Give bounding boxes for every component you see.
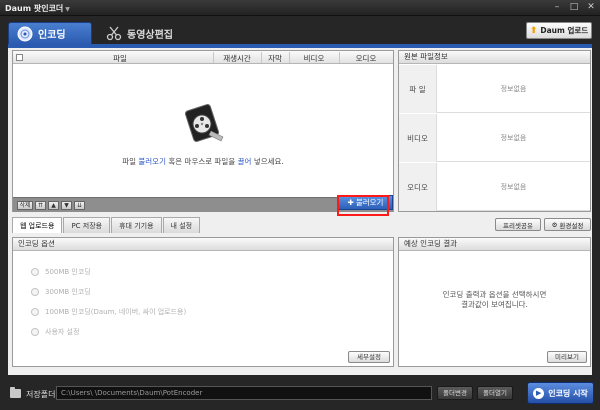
hint-prefix: 파일: [122, 157, 139, 166]
preset-share-button[interactable]: 프리셋공유: [495, 218, 541, 231]
file-list-panel[interactable]: 파일 재생시간 자막 비디오 오디오 파일 불러오기 혹은 마우스로 파일을 끌…: [12, 50, 394, 212]
empty-list-hint: 파일 불러오기 혹은 마우스로 파일을 끌어 넣으세요.: [13, 156, 393, 167]
result-message: 인코딩 출력과 옵션을 선택하시면 결과값이 보여집니다.: [399, 290, 590, 310]
option-300mb[interactable]: 300MB 인코딩: [31, 287, 91, 297]
file-list-header: 파일 재생시간 자막 비디오 오디오: [13, 51, 393, 64]
radio-icon: [31, 328, 39, 336]
tab-video-edit[interactable]: 동영상편집: [98, 22, 208, 44]
tab-mobile-device[interactable]: 휴대 기기용: [111, 217, 162, 233]
open-folder-button[interactable]: 폴더열기: [477, 386, 513, 400]
option-300mb-label: 300MB 인코딩: [45, 288, 91, 296]
save-folder-label: 저장폴더: [26, 390, 56, 399]
maximize-button[interactable]: □: [569, 2, 579, 13]
tab-encoding-label: 인코딩: [38, 30, 66, 41]
move-top-button[interactable]: ⇈: [35, 201, 46, 210]
scissors-icon: [106, 26, 122, 41]
encoding-result-panel: 예상 인코딩 결과 인코딩 출력과 옵션을 선택하시면 결과값이 보여집니다. …: [398, 237, 591, 367]
main-tabs: 인코딩 동영상편집 ⬆ Daum 업로드: [8, 20, 592, 44]
start-encoding-label: 인코딩 시작: [548, 388, 588, 398]
info-label-audio: 오디오: [399, 163, 437, 211]
settings-button[interactable]: ⚙ 환경설정: [544, 218, 591, 231]
content-area: 파일 재생시간 자막 비디오 오디오 파일 불러오기 혹은 마우스로 파일을 끌…: [8, 48, 592, 375]
title-dropdown-icon[interactable]: ▼: [65, 6, 70, 13]
source-info-panel: 원본 파일정보 파 일 정보없음 비디오 정보없음 오디오 정보없음: [398, 50, 591, 212]
play-icon: ▶: [533, 387, 545, 399]
encoding-options-title: 인코딩 옵션: [13, 238, 393, 251]
column-audio[interactable]: 오디오: [339, 53, 393, 64]
tab-encoding[interactable]: 인코딩: [8, 22, 92, 44]
radio-icon: [31, 308, 39, 316]
gear-icon: ⚙: [551, 220, 558, 229]
option-custom-label: 사용자 설정: [45, 328, 80, 336]
move-up-button[interactable]: ▲: [48, 201, 59, 210]
minimize-button[interactable]: –: [552, 2, 562, 13]
window-controls: – □ ✕: [552, 2, 596, 13]
daum-upload-button[interactable]: ⬆ Daum 업로드: [526, 22, 592, 39]
title-bar[interactable]: Daum 팟인코더 ▼ – □ ✕: [0, 0, 600, 16]
hint-drag-text: 끌어: [237, 157, 252, 166]
hint-import-link[interactable]: 불러오기: [138, 157, 166, 166]
change-folder-button[interactable]: 폴더변경: [437, 386, 473, 400]
info-label-file: 파 일: [399, 65, 437, 113]
result-message-line2: 결과값이 보여집니다.: [461, 300, 528, 309]
bottom-bar: 저장폴더 C:\Users\ \Documents\Daum\PotEncode…: [0, 379, 600, 410]
info-value-file: 정보없음: [500, 85, 527, 93]
option-custom[interactable]: 사용자 설정: [31, 327, 79, 337]
preview-button[interactable]: 미리보기: [547, 351, 587, 363]
select-all-checkbox[interactable]: [16, 54, 23, 61]
info-value-audio: 정보없음: [500, 183, 527, 191]
result-message-line1: 인코딩 출력과 옵션을 선택하시면: [442, 290, 547, 299]
move-down-button[interactable]: ▼: [61, 201, 72, 210]
option-100mb[interactable]: 100MB 인코딩(Daum, 네이버, 싸이 업로드용): [31, 307, 186, 317]
column-file[interactable]: 파일: [27, 53, 213, 64]
folder-icon: [10, 387, 21, 398]
detail-settings-button[interactable]: 세부설정: [348, 351, 390, 363]
tab-web-upload[interactable]: 웹 업로드용: [12, 217, 63, 233]
settings-label: 환경설정: [559, 221, 584, 230]
file-list-toolbar: 삭제 ⇈ ▲ ▼ ⇊: [13, 197, 393, 212]
radio-icon: [31, 288, 39, 296]
encoding-disc-icon: [17, 26, 33, 41]
option-500mb[interactable]: 500MB 인코딩: [31, 267, 91, 277]
encoding-options-panel: 인코딩 옵션 500MB 인코딩 300MB 인코딩 100MB 인코딩(Dau…: [12, 237, 394, 367]
encoding-result-title: 예상 인코딩 결과: [399, 238, 590, 251]
option-100mb-label: 100MB 인코딩(Daum, 네이버, 싸이 업로드용): [45, 308, 187, 316]
app-title-text: Daum 팟인코더: [5, 4, 64, 13]
info-row-audio: 오디오 정보없음: [399, 163, 590, 211]
close-button[interactable]: ✕: [586, 2, 596, 13]
app-window: Daum 팟인코더 ▼ – □ ✕ 인코딩 동영상편집 ⬆ Daum 업로드 파…: [0, 0, 600, 410]
option-500mb-label: 500MB 인코딩: [45, 268, 91, 276]
tab-video-edit-label: 동영상편집: [127, 29, 173, 41]
move-bottom-button[interactable]: ⇊: [74, 201, 85, 210]
info-value-video: 정보없음: [500, 134, 527, 142]
start-encoding-button[interactable]: ▶ 인코딩 시작: [527, 382, 594, 404]
column-video[interactable]: 비디오: [289, 53, 339, 64]
import-highlight-box: [337, 195, 389, 216]
column-subtitle[interactable]: 자막: [261, 53, 289, 64]
tab-pc-save[interactable]: PC 저장용: [63, 217, 111, 233]
preset-tabs: 웹 업로드용 PC 저장용 휴대 기기용 내 설정: [12, 217, 201, 233]
upload-arrow-icon: ⬆: [529, 25, 538, 36]
save-path-field[interactable]: C:\Users\ \Documents\Daum\PotEncoder: [56, 386, 432, 400]
daum-upload-label: Daum 업로드: [540, 26, 589, 35]
column-duration[interactable]: 재생시간: [213, 53, 261, 64]
info-row-file: 파 일 정보없음: [399, 65, 590, 113]
hint-middle: 혹은 마우스로 파일을: [165, 157, 238, 166]
film-reel-icon: [184, 104, 224, 142]
info-row-video: 비디오 정보없음: [399, 114, 590, 162]
tab-my-settings[interactable]: 내 설정: [162, 217, 201, 233]
hint-suffix: 넣으세요.: [251, 157, 284, 166]
delete-button[interactable]: 삭제: [17, 201, 33, 210]
info-label-video: 비디오: [399, 114, 437, 162]
app-title[interactable]: Daum 팟인코더 ▼: [5, 3, 70, 14]
source-info-title: 원본 파일정보: [399, 51, 590, 64]
radio-icon: [31, 268, 39, 276]
